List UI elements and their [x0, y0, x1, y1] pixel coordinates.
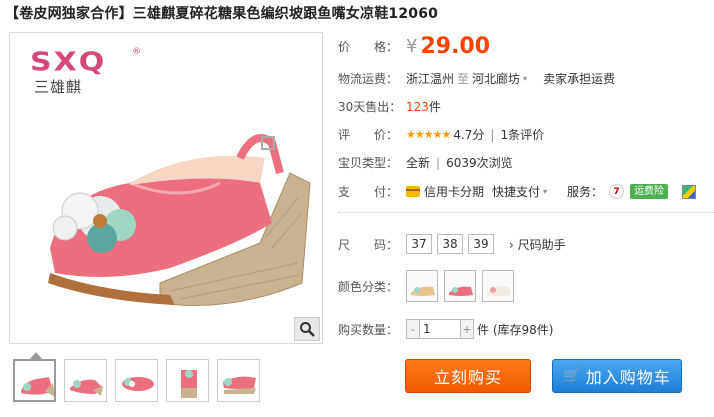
- add-to-cart-label: 加入购物车: [585, 368, 671, 387]
- sales-unit: 件: [428, 100, 441, 114]
- add-to-cart-button[interactable]: 🛒 加入购物车: [552, 359, 682, 393]
- shipping-separator: 至: [457, 72, 470, 86]
- price-row: 价 格： ¥ 29.00: [338, 34, 490, 59]
- thumbnail-2[interactable]: [64, 359, 107, 402]
- shipping-insurance-badge[interactable]: 运费险: [630, 184, 669, 199]
- rating-row: 评 价： ★★★★★ 4.7分 | 1条评价: [338, 126, 544, 143]
- credit-card-icon: [406, 186, 420, 197]
- shipping-to[interactable]: 河北廊坊: [472, 70, 520, 87]
- shipping-label: 物流运费：: [338, 72, 399, 86]
- color-option-1[interactable]: [406, 270, 438, 302]
- type-value: 全新: [406, 156, 431, 170]
- thumbnail-strip: [13, 359, 260, 402]
- rating-separator: |: [490, 127, 495, 142]
- quantity-label: 购买数量：: [338, 322, 399, 337]
- type-separator: |: [436, 155, 441, 170]
- thumbnail-1[interactable]: [13, 359, 56, 402]
- price-currency: ¥: [406, 36, 418, 57]
- section-divider: [338, 212, 714, 213]
- rating-stars-icon: ★★★★★: [406, 128, 451, 141]
- service-label: 服务：: [567, 185, 604, 199]
- cart-icon: 🛒: [563, 368, 582, 384]
- sandal-illustration: [48, 134, 311, 306]
- buy-now-button[interactable]: 立刻购买: [405, 359, 531, 393]
- product-title: 【卷皮网独家合作】三雄麒夏碎花糖果色编织坡跟鱼嘴女凉鞋12060: [5, 6, 439, 22]
- color-option-2[interactable]: [444, 270, 476, 302]
- type-views: 6039次浏览: [446, 156, 513, 170]
- price-value: 29.00: [420, 34, 491, 59]
- quantity-row: 购买数量： - + 件 (库存98件): [338, 319, 553, 339]
- shipping-note: 卖家承担运费: [543, 72, 616, 86]
- thumbnail-indicator: [30, 352, 42, 359]
- size-option-37[interactable]: 37: [406, 234, 432, 254]
- stock-info: 件 (库存98件): [477, 322, 554, 337]
- sales-row: 30天售出： 123 件: [338, 98, 441, 115]
- quantity-plus-button[interactable]: +: [461, 320, 473, 338]
- rating-score: 4.7分: [453, 128, 485, 142]
- magnifier-icon: [300, 322, 315, 337]
- thumbnail-4[interactable]: [166, 359, 209, 402]
- quantity-minus-button[interactable]: -: [407, 320, 419, 338]
- price-label: 价 格：: [338, 40, 399, 54]
- shipping-row: 物流运费： 浙江温州 至 河北廊坊 ▾ 卖家承担运费: [338, 70, 615, 87]
- shipping-from: 浙江温州: [406, 72, 455, 86]
- quantity-stepper: - +: [406, 319, 474, 339]
- sales-label: 30天售出：: [338, 100, 402, 114]
- payment-row: 支 付： 信用卡分期 快捷支付 ▾ 服务： 7 运费险: [338, 183, 697, 200]
- payment-label: 支 付：: [338, 185, 399, 199]
- color-row: 颜色分类：: [338, 270, 520, 302]
- payment-quick[interactable]: 快捷支付: [492, 183, 540, 200]
- quantity-input[interactable]: [419, 320, 461, 338]
- chevron-down-icon[interactable]: ▾: [523, 74, 527, 83]
- thumbnail-5[interactable]: [217, 359, 260, 402]
- size-row: 尺 码： 37 38 39 › 尺码助手: [338, 234, 566, 254]
- rating-reviews-link[interactable]: 1条评价: [500, 126, 544, 143]
- type-label: 宝贝类型：: [338, 156, 399, 170]
- sales-count: 123: [406, 99, 429, 114]
- size-help-link[interactable]: › 尺码助手: [509, 236, 566, 253]
- size-label: 尺 码：: [338, 237, 399, 252]
- zoom-button[interactable]: [294, 317, 320, 341]
- chevron-down-icon[interactable]: ▾: [543, 187, 547, 196]
- thumbnail-3[interactable]: [115, 359, 158, 402]
- rating-label: 评 价：: [338, 128, 399, 142]
- service-extra-icon[interactable]: [682, 184, 697, 199]
- product-main-image[interactable]: SXQ 三雄麒 ®: [9, 32, 323, 344]
- size-option-39[interactable]: 39: [468, 234, 494, 254]
- color-option-3[interactable]: [482, 270, 514, 302]
- seven-day-return-icon[interactable]: 7: [609, 184, 625, 199]
- size-option-38[interactable]: 38: [437, 234, 463, 254]
- color-label: 颜色分类：: [338, 279, 399, 294]
- payment-credit[interactable]: 信用卡分期: [424, 183, 484, 200]
- type-row: 宝贝类型： 全新 | 6039次浏览: [338, 154, 513, 171]
